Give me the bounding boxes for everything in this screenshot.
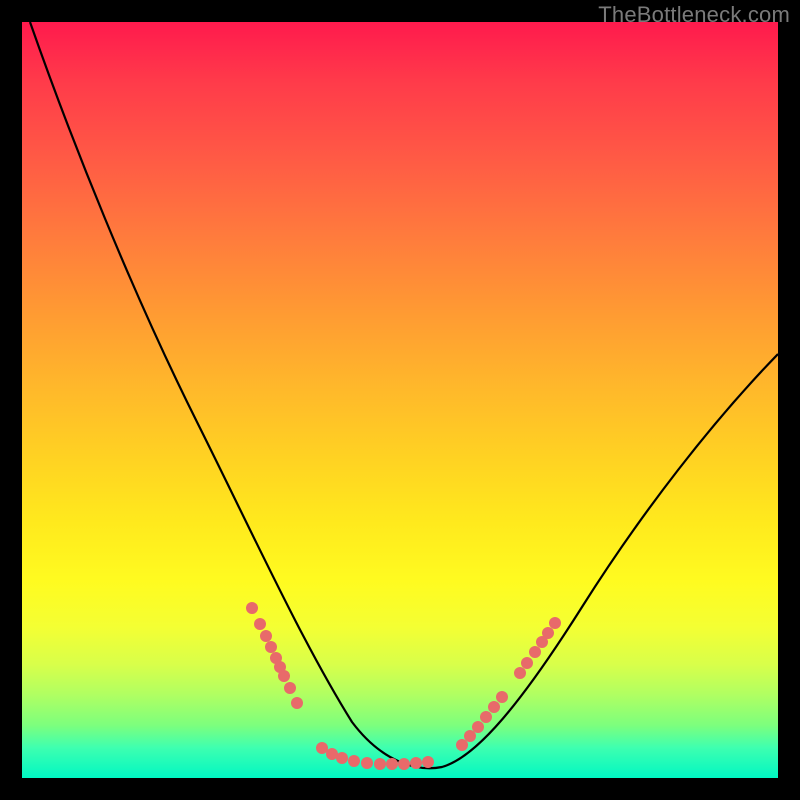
curve-path <box>30 22 778 768</box>
page-frame: TheBottleneck.com <box>0 0 800 800</box>
chart-plot-area <box>22 22 778 778</box>
bottleneck-curve <box>22 22 778 778</box>
highlight-dots <box>246 602 561 770</box>
